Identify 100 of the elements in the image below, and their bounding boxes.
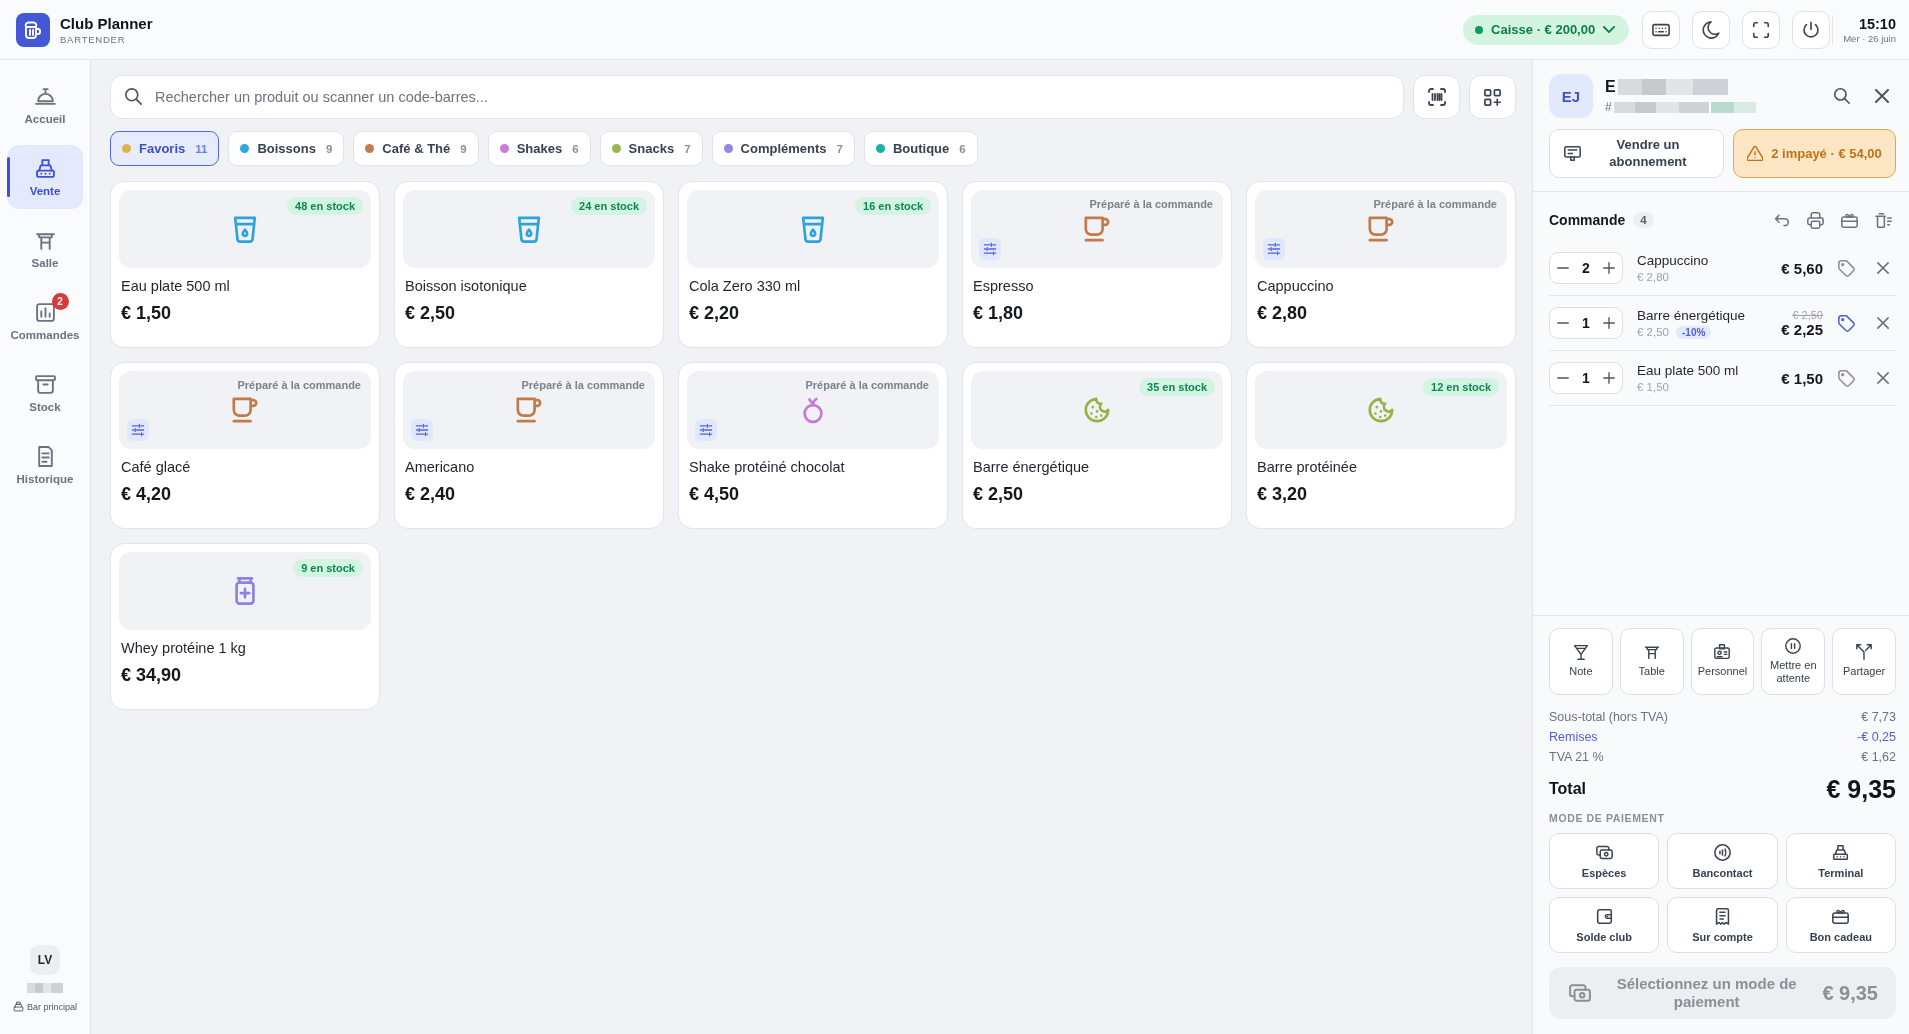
summary-value: -€ 0,25 [1857,730,1896,744]
theme-button[interactable] [1692,10,1731,49]
archive-icon [34,373,56,395]
chevron-down-icon [1603,26,1616,33]
category-tab[interactable]: Boissons 9 [228,131,345,166]
stock-badge: 35 en stock [1139,378,1215,396]
plus-icon [1603,372,1615,384]
coffee-cup-icon [1083,215,1111,243]
product-name: Whey protéine 1 kg [121,640,247,656]
cash-register-icon [13,1001,24,1012]
payment-method-button[interactable]: Terminal [1785,833,1896,889]
fullscreen-button[interactable] [1742,10,1781,49]
unit-price: € 2,80 [1637,271,1669,283]
payment-method-button[interactable]: Bon cadeau [1785,897,1896,953]
moon-icon [1702,20,1721,39]
product-name: Americano [405,459,476,475]
close-icon [1877,372,1889,384]
wallet-icon [1595,907,1613,925]
stock-badge: 48 en stock [287,197,363,215]
product-card[interactable]: 48 en stock Eau plate 500 ml € 1,50 [110,181,380,348]
product-price: € 4,20 [121,484,173,505]
product-price: € 2,40 [405,484,457,505]
quantity-stepper[interactable]: 1 [1549,362,1623,394]
cash-register-icon [1832,843,1850,861]
category-tab[interactable]: Café & Thé 9 [353,131,479,166]
barcode-scan-button[interactable] [1413,75,1460,119]
product-price: € 1,80 [973,303,1025,324]
nav-item[interactable]: 2 Commandes [7,289,83,353]
water-glass-icon [231,215,259,243]
product-price: € 2,20 [689,303,741,324]
status-dot-icon [1475,25,1484,34]
category-tab[interactable]: Boutique 6 [863,131,978,166]
discount-badge: -10% [1676,325,1712,339]
subscription-button[interactable]: Vendre un abonnement [1549,129,1724,178]
cookie-icon [1367,396,1395,424]
stock-badge: 24 en stock [571,197,647,215]
product-card[interactable]: Préparé à la commande Espresso € 1,80 [962,181,1232,348]
product-card[interactable]: 24 en stock Boisson isotonique € 2,50 [394,181,664,348]
preparation-note: Préparé à la commande [521,379,645,391]
category-tab[interactable]: Shakes 6 [487,131,591,166]
order-action-button[interactable]: Partager [1832,628,1896,695]
order-action-button[interactable]: Table [1619,628,1684,695]
stock-badge: 9 en stock [293,559,363,577]
quantity-stepper[interactable]: 2 [1549,252,1623,284]
product-card[interactable]: Préparé à la commande Americano € 2,40 [394,362,664,529]
category-tab[interactable]: Snacks 7 [599,131,703,166]
quantity-value: 1 [1582,315,1590,331]
nav-item[interactable]: Accueil [7,73,83,137]
receipt-icon [1714,907,1731,925]
date-text: Mer · 26 juin [1843,32,1896,44]
total-value: € 9,35 [1826,774,1896,804]
product-card[interactable]: 9 en stock Whey protéine 1 kg € 34,90 [110,543,380,710]
category-tab[interactable]: Compléments 7 [711,131,855,166]
cookie-icon [1083,396,1111,424]
summary-value: € 1,62 [1861,750,1896,764]
app-name: Club Planner [60,14,153,32]
gift-icon [1832,907,1850,925]
product-card[interactable]: 35 en stock Barre énergétique € 2,50 [962,362,1232,529]
preparation-note: Préparé à la commande [1089,198,1213,210]
quantity-value: 2 [1582,260,1590,276]
close-icon [1875,89,1889,103]
order-action-button[interactable]: Personnel [1690,628,1755,695]
keyboard-button[interactable] [1642,10,1681,49]
product-card[interactable]: 12 en stock Barre protéinée € 3,20 [1246,362,1516,529]
product-card[interactable]: Préparé à la commande Shake protéiné chocolat € 4,50 [678,362,948,529]
product-name: Espresso [973,278,1035,294]
nav-item[interactable]: Salle [7,217,83,281]
payment-method-button[interactable]: Espèces [1549,833,1660,889]
search-field[interactable]: Rechercher un produit ou scanner un code-barres... [110,75,1404,119]
quantity-stepper[interactable]: 1 [1549,307,1623,339]
chart-icon [34,301,56,323]
product-card[interactable]: Préparé à la commande Cappuccino € 2,80 [1246,181,1516,348]
order-action-button[interactable]: Note [1549,628,1613,695]
product-name: Cola Zero 330 ml [689,278,802,294]
product-price: € 2,80 [1257,303,1309,324]
search-icon [125,88,142,105]
payment-method-button[interactable]: Sur compte [1667,897,1778,953]
payment-method-button[interactable]: Solde club [1549,897,1660,953]
category-tab[interactable]: Favoris 11 [110,131,220,166]
add-tile-button[interactable] [1469,75,1516,119]
summary-label: Remises [1549,730,1598,744]
product-name: Boisson isotonique [405,278,528,294]
register-button[interactable]: Caisse · € 200,00 [1463,14,1630,45]
payment-method-button[interactable]: Bancontact [1667,833,1778,889]
power-button[interactable] [1792,10,1831,49]
nav-item[interactable]: Historique [7,433,83,497]
nav-item[interactable]: Vente [7,145,83,209]
item-total: € 1,50 [1781,369,1823,387]
stock-badge: 12 en stock [1423,378,1499,396]
section-title: Commande [1549,212,1626,228]
preparation-note: Préparé à la commande [805,379,929,391]
user-role-text: BARTENDER [60,33,127,45]
certificate-icon [1564,145,1581,162]
order-action-button[interactable]: Mettre en attente [1761,628,1826,695]
nav-item[interactable]: Stock [7,361,83,425]
product-card[interactable]: 16 en stock Cola Zero 330 ml € 2,20 [678,181,948,348]
product-card[interactable]: Préparé à la commande Café glacé € 4,20 [110,362,380,529]
trash-icon [1874,211,1892,229]
product-price: € 4,50 [689,484,741,505]
product-price: € 1,50 [121,303,173,324]
